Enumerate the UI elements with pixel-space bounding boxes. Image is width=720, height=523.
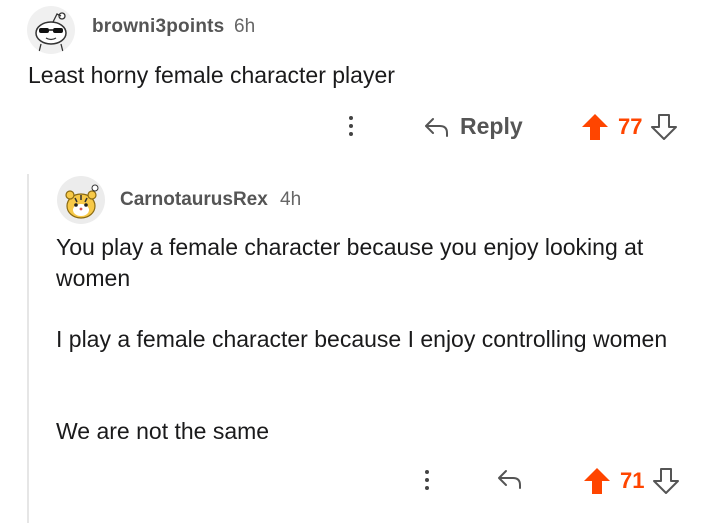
timestamp: 4h <box>280 189 302 210</box>
reply-arrow-icon <box>498 470 521 489</box>
comment-paragraph: I play a female character because I enjo… <box>56 326 668 352</box>
vote-controls: 77 <box>580 112 678 142</box>
comment-body: Least horny female character player <box>28 62 395 88</box>
more-options-icon[interactable] <box>348 116 354 136</box>
reply-button[interactable]: Reply <box>424 113 523 140</box>
reply-button[interactable] <box>497 468 523 490</box>
comment-paragraph: We are not the same <box>56 418 270 444</box>
downvote-icon[interactable] <box>652 466 680 496</box>
thread-line[interactable] <box>27 174 29 523</box>
avatar[interactable] <box>27 6 75 54</box>
timestamp: 6h <box>234 16 256 37</box>
score: 77 <box>618 114 643 139</box>
upvote-icon[interactable] <box>582 466 612 496</box>
more-options-icon[interactable] <box>424 470 430 490</box>
avatar[interactable] <box>57 176 105 224</box>
reply-arrow-icon <box>425 117 448 137</box>
comment-paragraph: You play a female character because you … <box>56 234 644 291</box>
vote-controls: 71 <box>582 466 680 496</box>
upvote-icon[interactable] <box>580 112 610 142</box>
downvote-icon[interactable] <box>650 112 678 142</box>
snoo-sunglasses-icon <box>35 12 67 53</box>
reply-label: Reply <box>460 113 523 139</box>
snoo-tiger-icon <box>65 184 99 219</box>
score: 71 <box>620 468 645 493</box>
username[interactable]: browni3points <box>92 16 224 38</box>
username[interactable]: CarnotaurusRex <box>120 189 268 211</box>
